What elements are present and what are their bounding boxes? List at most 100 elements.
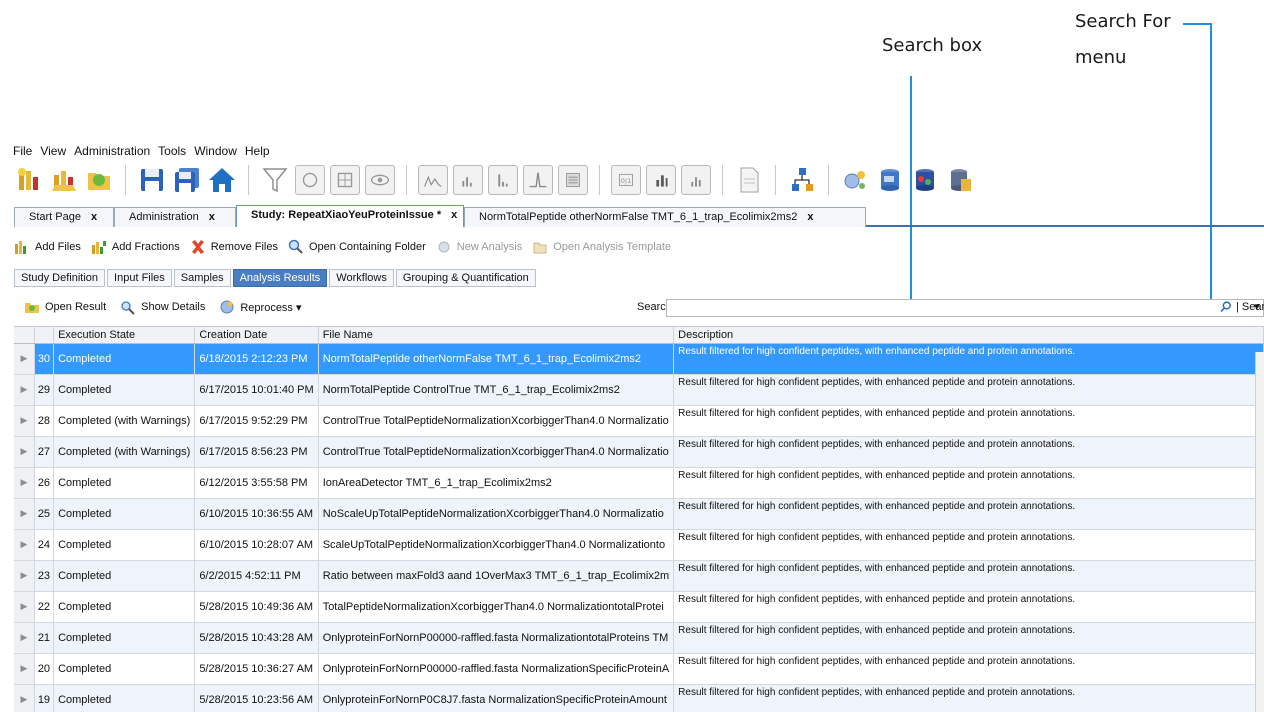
row-id: 21 — [34, 622, 55, 654]
filter-icon[interactable] — [260, 165, 290, 195]
tab-samples[interactable]: Samples — [173, 269, 231, 287]
toolbar-separator — [722, 165, 723, 195]
show-details-button[interactable]: Show Details — [120, 299, 205, 315]
table-row[interactable]: ▶ 27 Completed (with Warnings) 6/17/2015 8:… — [14, 436, 1264, 468]
row-expand-icon[interactable]: ▶ — [14, 684, 35, 712]
table-row[interactable]: ▶ 28 Completed (with Warnings) 6/17/2015 9:… — [14, 405, 1264, 437]
image-view-icon[interactable] — [295, 165, 325, 195]
column-header-execution-state[interactable]: Execution State — [53, 327, 196, 344]
callout-search-box: Search box — [882, 35, 983, 56]
creation-date-cell: 6/17/2015 10:01:40 PM — [194, 374, 319, 406]
job-queue-icon[interactable] — [840, 165, 870, 195]
creation-date-cell: 6/12/2015 3:55:58 PM — [194, 467, 319, 499]
peak-icon[interactable] — [523, 165, 553, 195]
row-expand-icon[interactable]: ▶ — [14, 529, 35, 561]
close-icon[interactable]: x — [209, 211, 215, 227]
row-expand-icon[interactable]: ▶ — [14, 405, 35, 437]
remove-files-button[interactable]: Remove Files — [190, 239, 278, 255]
open-analysis-template-button[interactable]: Open Analysis Template — [532, 239, 671, 255]
row-expand-icon[interactable]: ▶ — [14, 622, 35, 654]
callout-search-for-line1: Search For — [1075, 11, 1171, 32]
tab-label: Study: RepeatXiaoYeuProteinIssue * — [251, 209, 442, 221]
report-icon[interactable] — [558, 165, 588, 195]
reprocess-dropdown[interactable]: Reprocess ▾ — [219, 299, 302, 315]
new-study-icon[interactable] — [14, 165, 44, 195]
row-expand-icon[interactable]: ▶ — [14, 436, 35, 468]
chromatogram-icon[interactable] — [488, 165, 518, 195]
license-icon[interactable] — [945, 165, 975, 195]
row-expand-icon[interactable]: ▶ — [14, 498, 35, 530]
close-icon[interactable]: x — [451, 209, 457, 227]
tab-analysis-results[interactable]: Analysis Results — [232, 269, 328, 287]
table-row[interactable]: ▶ 26 Completed 6/12/2015 3:55:58 PM IonAreaD… — [14, 467, 1264, 499]
row-id: 29 — [34, 374, 55, 406]
document-icon[interactable] — [734, 165, 764, 195]
table-row[interactable]: ▶ 22 Completed 5/28/2015 10:49:36 AM TotalPe… — [14, 591, 1264, 623]
bar-chart-icon[interactable] — [646, 165, 676, 195]
open-result-icon — [25, 303, 39, 313]
vertical-scrollbar[interactable] — [1255, 352, 1264, 712]
menu-tools[interactable]: Tools — [157, 144, 187, 160]
tab-result[interactable]: NormTotalPeptide otherNormFalse TMT_6_1_… — [464, 207, 866, 227]
table-row[interactable]: ▶ 24 Completed 6/10/2015 10:28:07 AM ScaleUp… — [14, 529, 1264, 561]
menu-view[interactable]: View — [39, 144, 67, 160]
table-row[interactable]: ▶ 29 Completed 6/17/2015 10:01:40 PM NormTot… — [14, 374, 1264, 406]
fasta-icon[interactable] — [910, 165, 940, 195]
close-icon[interactable]: x — [91, 211, 97, 227]
template-icon — [533, 242, 547, 254]
search-input[interactable] — [666, 299, 1264, 317]
open-result-button[interactable]: Open Result — [24, 299, 106, 315]
description-cell: Result filtered for high confident pepti… — [673, 374, 1264, 406]
menu-administration[interactable]: Administration — [73, 144, 151, 160]
tab-study-definition[interactable]: Study Definition — [14, 269, 106, 287]
menu-file[interactable]: File — [12, 144, 33, 160]
new-analysis-button[interactable]: New Analysis — [436, 239, 522, 255]
column-header-file-name[interactable]: File Name — [318, 327, 675, 344]
open-containing-folder-button[interactable]: Open Containing Folder — [288, 239, 426, 255]
tab-label: Start Page — [29, 211, 81, 223]
row-expand-icon[interactable]: ▶ — [14, 653, 35, 685]
grid-view-icon[interactable] — [330, 165, 360, 195]
tab-administration[interactable]: Administration x — [114, 207, 236, 227]
tab-study[interactable]: Study: RepeatXiaoYeuProteinIssue * x — [236, 205, 464, 227]
close-icon[interactable]: x — [807, 211, 813, 227]
toolbar-separator — [775, 165, 776, 195]
tab-start-page[interactable]: Start Page x — [14, 207, 114, 227]
menu-window[interactable]: Window — [193, 144, 238, 160]
tab-input-files[interactable]: Input Files — [107, 269, 172, 287]
row-expand-icon[interactable]: ▶ — [14, 560, 35, 592]
save-all-icon[interactable] — [172, 165, 202, 195]
table-row[interactable]: ▶ 25 Completed 6/10/2015 10:36:55 AM NoScale… — [14, 498, 1264, 530]
eye-view-icon[interactable] — [365, 165, 395, 195]
quan-icon[interactable]: 0|1 — [611, 165, 641, 195]
open-result-icon[interactable] — [84, 165, 114, 195]
chevron-down-icon[interactable]: ▾ — [1254, 300, 1260, 313]
column-header-description[interactable]: Description — [673, 327, 1264, 344]
spectrum-icon[interactable] — [418, 165, 448, 195]
column-header-creation-date[interactable]: Creation Date — [194, 327, 319, 344]
table-row[interactable]: ▶ 30 Completed 6/18/2015 2:12:23 PM NormTota… — [14, 343, 1264, 375]
save-icon[interactable] — [137, 165, 167, 195]
database-icon[interactable] — [875, 165, 905, 195]
tab-workflows[interactable]: Workflows — [329, 269, 394, 287]
menu-help[interactable]: Help — [244, 144, 271, 160]
file-name-cell: NormTotalPeptide otherNormFalse TMT_6_1_… — [318, 343, 675, 375]
add-fractions-button[interactable]: Add Fractions — [91, 239, 180, 255]
table-row[interactable]: ▶ 19 Completed 5/28/2015 10:23:56 AM Onlypro… — [14, 684, 1264, 712]
table-row[interactable]: ▶ 20 Completed 5/28/2015 10:36:27 AM Onlypro… — [14, 653, 1264, 685]
table-row[interactable]: ▶ 23 Completed 6/2/2015 4:52:11 PM Ratio bet… — [14, 560, 1264, 592]
open-study-icon[interactable] — [49, 165, 79, 195]
row-expand-icon[interactable]: ▶ — [14, 591, 35, 623]
tab-grouping-quantification[interactable]: Grouping & Quantification — [395, 269, 536, 287]
bar-chart-alt-icon[interactable] — [681, 165, 711, 195]
row-expand-icon[interactable]: ▶ — [14, 467, 35, 499]
home-icon[interactable] — [207, 165, 237, 195]
table-row[interactable]: ▶ 21 Completed 5/28/2015 10:43:28 AM Onlypro… — [14, 622, 1264, 654]
results-table: Execution State Creation Date File Name … — [14, 327, 1264, 712]
row-id: 26 — [34, 467, 55, 499]
chart-icon[interactable] — [453, 165, 483, 195]
workflow-icon[interactable] — [787, 165, 817, 195]
row-expand-icon[interactable]: ▶ — [14, 374, 35, 406]
add-files-button[interactable]: Add Files — [14, 239, 81, 255]
row-expand-icon[interactable]: ▶ — [14, 343, 35, 375]
